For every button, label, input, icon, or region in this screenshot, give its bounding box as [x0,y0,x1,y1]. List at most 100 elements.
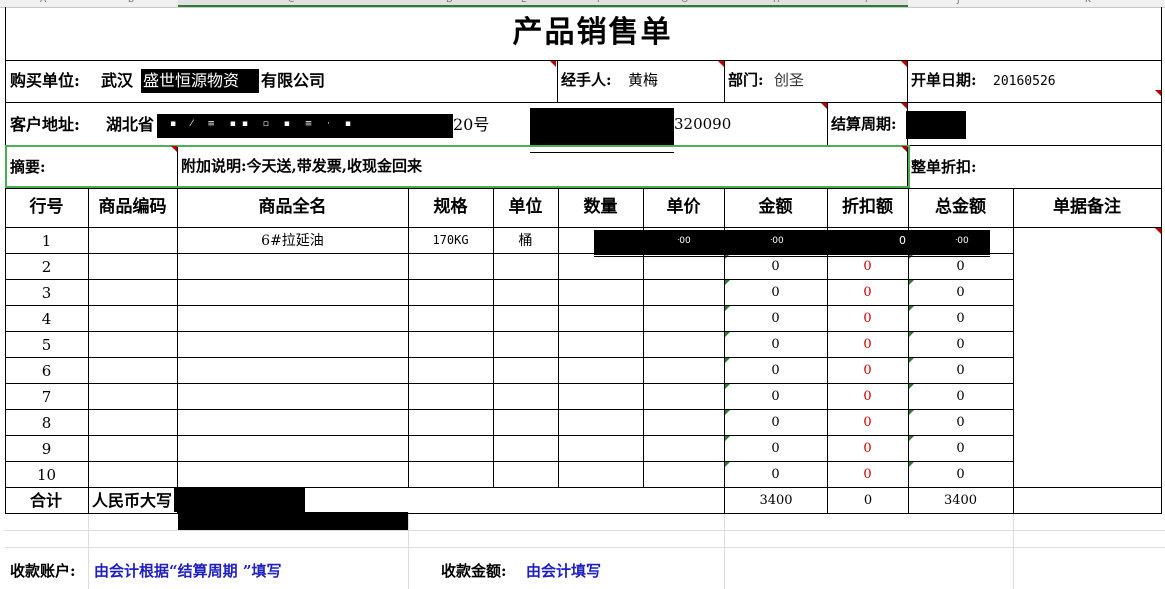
row-line [5,383,1013,384]
redaction-block [530,108,674,145]
table-cell-discount[interactable]: 0 [827,312,908,325]
table-cell-amount[interactable]: 0 [724,260,827,273]
table-cell-no: 2 [41,258,52,276]
buyer-prefix[interactable]: 武汉 [101,73,133,89]
column-letter-d[interactable]: D [446,0,453,5]
table-cell-no: 1 [41,232,52,250]
table-cell-discount[interactable]: 0 [827,416,908,429]
row-line [5,487,1013,488]
comment-marker[interactable] [718,61,724,67]
buyer-label: 购买单位: [10,71,80,90]
table-cell-amount[interactable]: 0 [724,286,827,299]
column-letter-h[interactable]: H [773,0,780,5]
column-letter-g[interactable]: G [681,0,688,5]
grid-line [5,530,1165,531]
column-letter-j[interactable]: J [957,0,960,5]
dept-value[interactable]: 创圣 [774,73,804,88]
formula-indicator [725,306,730,311]
row-line [5,102,1162,103]
date-value[interactable]: 20160526 [993,75,1056,88]
table-cell-no: 5 [41,336,52,354]
extra-note[interactable]: 附加说明:今天送,带发票,收现金回来 [181,159,422,174]
table-cell-no: 10 [36,466,57,484]
table-cell-discount[interactable]: 0 [827,286,908,299]
table-cell-total[interactable]: 0 [908,364,1013,377]
comment-marker[interactable] [550,61,556,67]
column-letter-c[interactable]: C [288,0,294,5]
comment-marker[interactable] [901,103,907,109]
comment-marker[interactable] [171,146,177,152]
formula-indicator [725,384,730,389]
buyer-suffix[interactable]: 有限公司 [261,73,325,89]
column-header: 行号 [29,197,64,217]
formula-indicator [725,280,730,285]
table-cell-discount[interactable]: 0 [827,442,908,455]
address-label: 客户地址: [10,115,80,134]
table-cell-name[interactable]: 6#拉延油 [177,234,408,248]
comment-marker[interactable] [901,61,907,67]
total-discount[interactable]: 0 [828,494,908,507]
column-letter-b[interactable]: B [128,0,134,5]
redaction-block [174,488,305,512]
comment-marker[interactable] [901,146,907,152]
table-cell-amount[interactable]: 0 [724,390,827,403]
table-cell-total[interactable]: 0 [908,260,1013,273]
table-cell-unit[interactable]: 桶 [493,234,558,248]
table-cell-total[interactable]: 0 [908,338,1013,351]
comment-marker[interactable] [1155,228,1161,234]
handler-label: 经手人: [561,71,612,89]
selected-range-border [5,145,910,188]
table-cell-total[interactable]: 0 [908,312,1013,325]
table-cell-spec[interactable]: 170KG [408,234,493,246]
grid-line [88,512,89,589]
comment-marker[interactable] [821,103,827,109]
column-letter-k[interactable]: K [1085,0,1091,5]
table-cell-no: 6 [41,362,52,380]
phone-suffix[interactable]: 320090 [674,117,731,132]
table-cell-amount[interactable]: 0 [724,442,827,455]
comment-marker[interactable] [1155,90,1161,96]
address-prefix[interactable]: 湖北省 [106,117,154,133]
table-cell-total[interactable]: 0 [908,390,1013,403]
formula-indicator [909,358,914,363]
table-cell-amount[interactable]: 0 [724,338,827,351]
column-divider [1013,188,1014,513]
grid-line [724,512,725,589]
grid-line [5,547,1165,548]
column-letter-e[interactable]: E [521,0,527,5]
address-suffix[interactable]: 20号 [453,117,489,133]
column-letter-i[interactable]: I [865,0,868,5]
table-cell-discount[interactable]: 0 [827,468,908,481]
total-sum[interactable]: 3400 [908,494,1013,507]
formula-indicator [725,436,730,441]
account-value[interactable]: 由会计根据“结算周期 ”填写 [94,564,281,579]
total-amount[interactable]: 3400 [725,494,827,507]
table-cell-total[interactable]: 0 [908,468,1013,481]
table-cell-total[interactable]: 0 [908,416,1013,429]
cell-divider [557,60,558,102]
row-line [5,435,1013,436]
table-cell-discount[interactable]: 0 [827,338,908,351]
table-cell-amount[interactable]: 0 [724,416,827,429]
table-cell-discount[interactable]: 0 [827,260,908,273]
table-cell-total[interactable]: 0 [908,286,1013,299]
amount-value[interactable]: 由会计填写 [526,564,601,579]
handler-value[interactable]: 黄梅 [628,73,658,88]
table-cell-amount[interactable]: 0 [724,468,827,481]
formula-indicator [909,332,914,337]
column-letter-f[interactable]: F [597,0,602,5]
table-cell-amount[interactable]: 0 [724,312,827,325]
table-cell-no: 8 [41,414,52,432]
row-line [5,461,1013,462]
table-cell-no: 9 [41,440,52,458]
redaction-block [906,111,966,139]
table-cell-no: 4 [41,310,52,328]
table-cell-amount[interactable]: 0 [724,364,827,377]
table-cell-total[interactable]: 0 [908,442,1013,455]
buyer-name-redacted[interactable]: 盛世恒源物资 [143,73,239,89]
table-cell-discount[interactable]: 0 [827,390,908,403]
table-cell-discount[interactable]: 0 [827,364,908,377]
column-letter-a[interactable]: A [40,0,46,5]
column-divider [88,188,89,513]
column-header: 单位 [508,197,543,217]
